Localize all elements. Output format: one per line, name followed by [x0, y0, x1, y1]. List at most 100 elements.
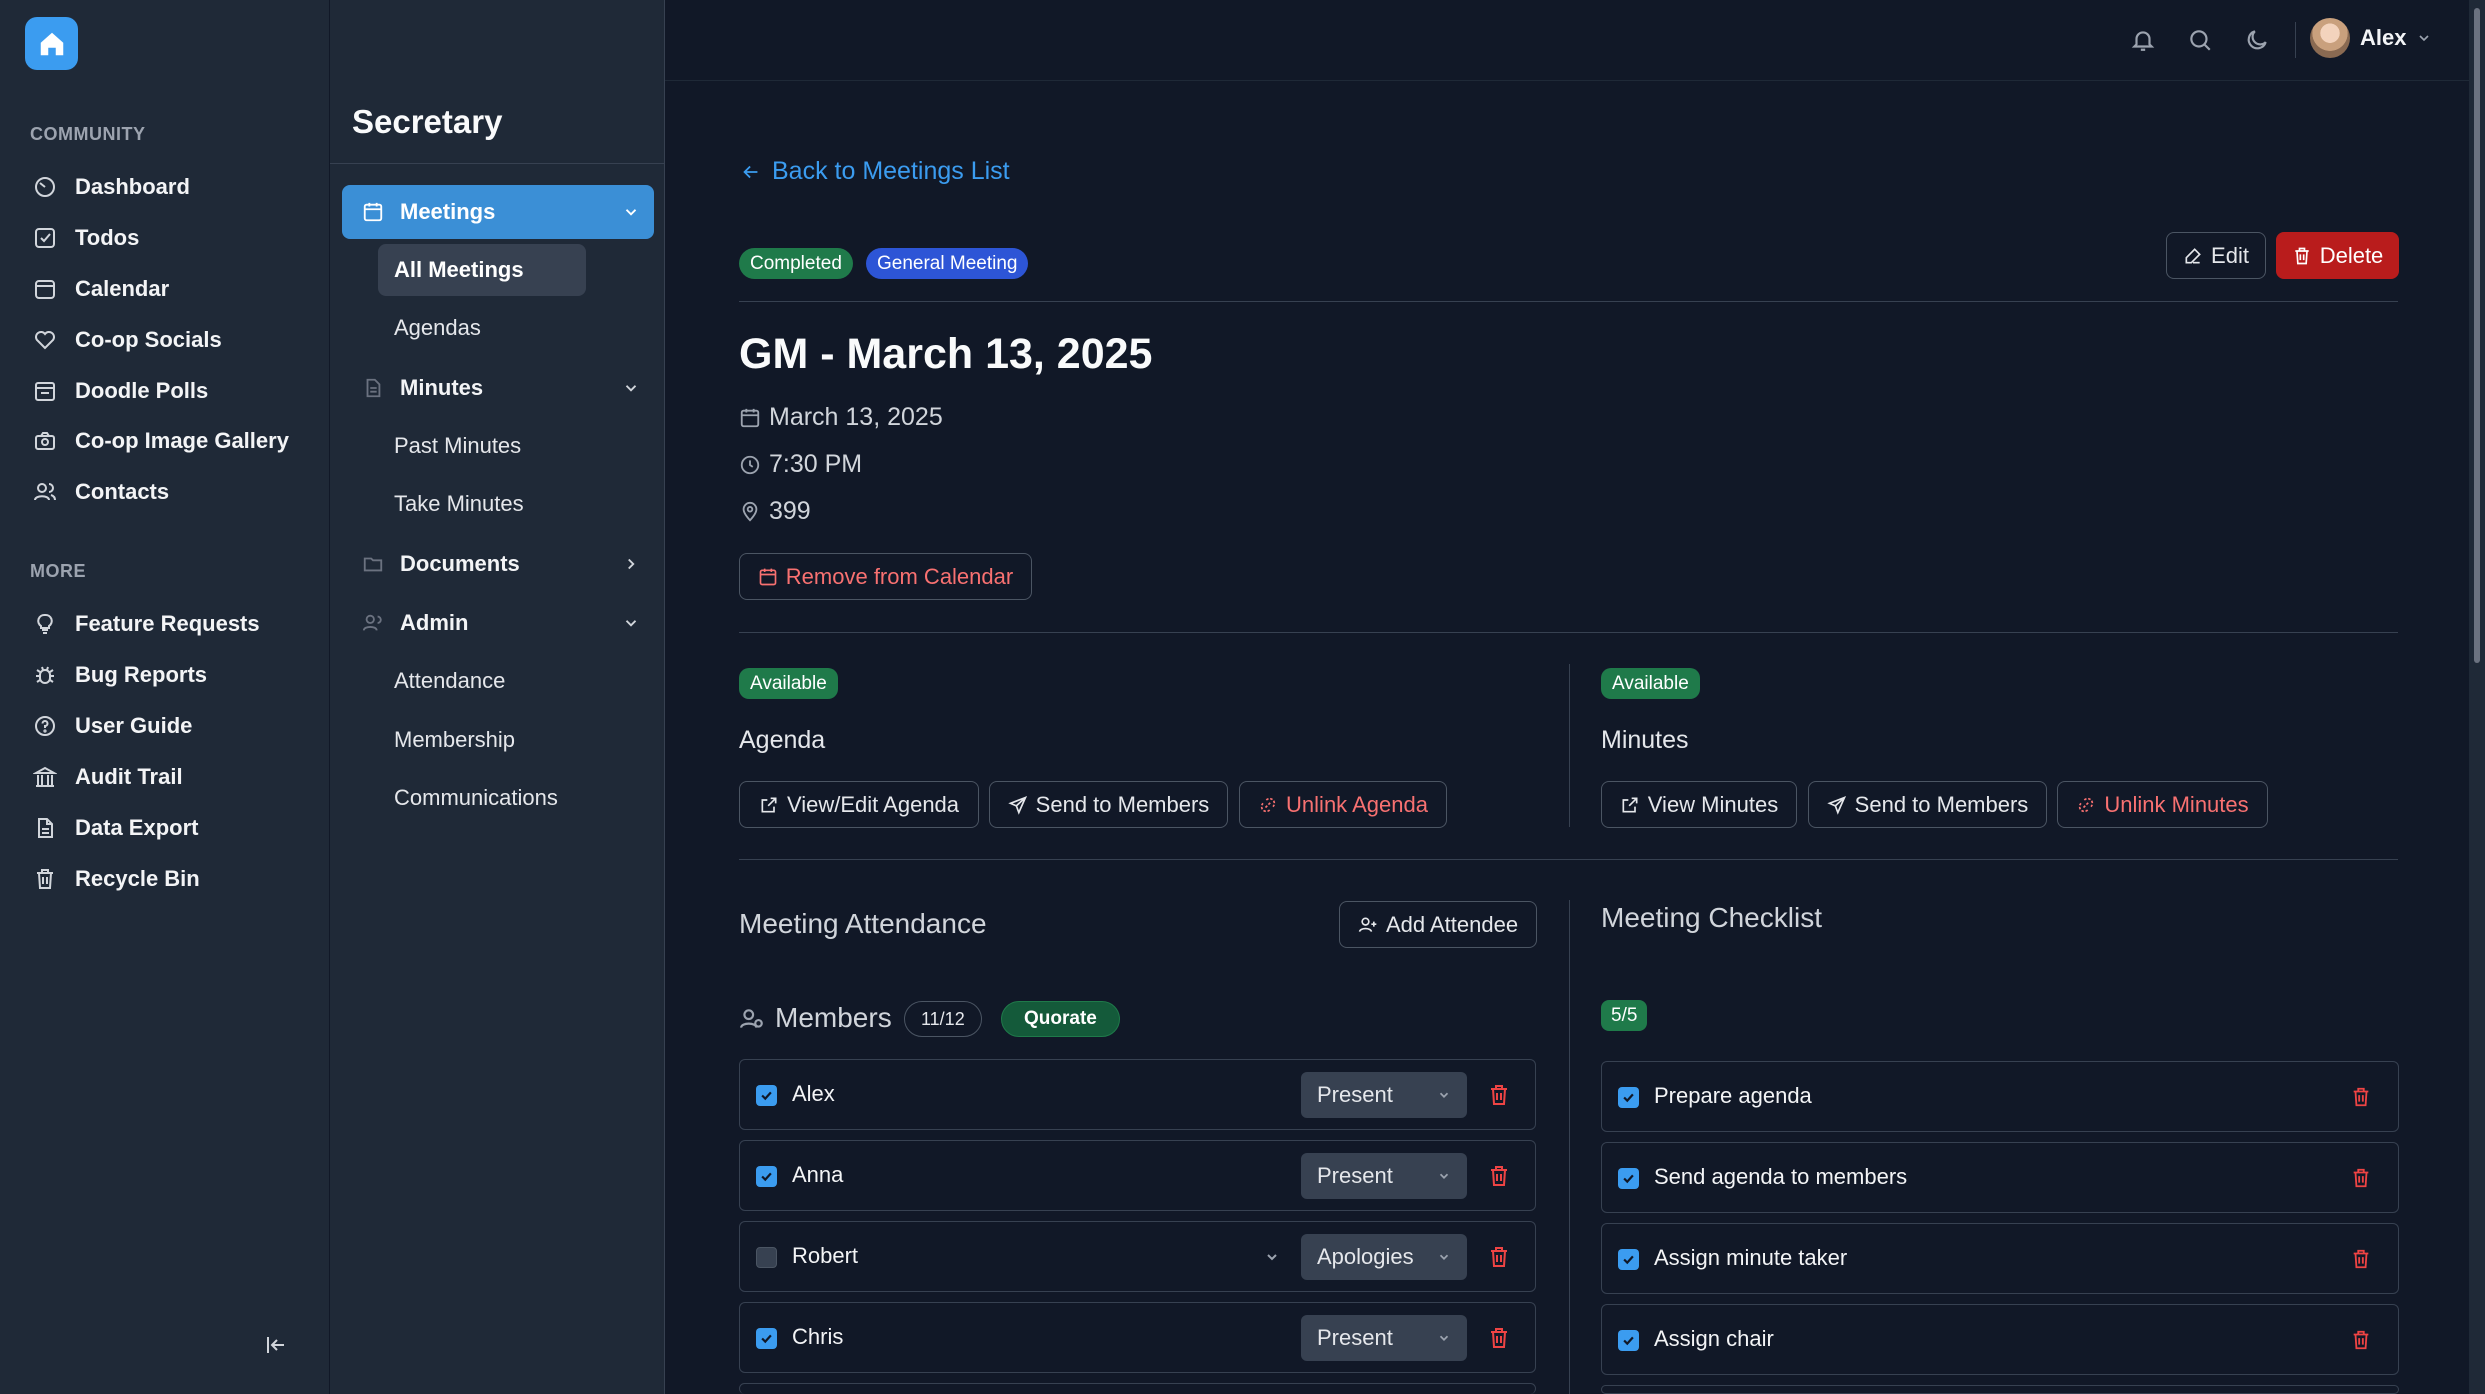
send-minutes-button[interactable]: Send to Members	[1808, 781, 2047, 828]
home-logo-button[interactable]	[25, 17, 78, 70]
meeting-date: March 13, 2025	[739, 403, 943, 432]
meeting-type-badge: General Meeting	[866, 248, 1029, 279]
nav-calendar[interactable]: Calendar	[33, 269, 313, 309]
moon-icon	[2247, 30, 2267, 50]
trash-icon[interactable]	[2350, 1086, 2372, 1108]
sidebar-group-meetings[interactable]: Meetings	[342, 185, 654, 239]
nav-dashboard[interactable]: Dashboard	[33, 167, 313, 207]
unlink-icon	[2079, 797, 2094, 812]
search-button[interactable]	[2182, 22, 2218, 58]
send-agenda-button[interactable]: Send to Members	[989, 781, 1228, 828]
theme-toggle-button[interactable]	[2239, 22, 2275, 58]
meeting-time: 7:30 PM	[739, 450, 862, 479]
attendance-status-select[interactable]: Present	[1301, 1072, 1467, 1118]
chevron-down-icon	[625, 385, 637, 392]
sidebar-item-attendance[interactable]: Attendance	[378, 655, 586, 707]
sidebar-item-take-minutes[interactable]: Take Minutes	[378, 478, 586, 530]
user-menu[interactable]: Alex	[2310, 16, 2432, 60]
calendar-icon	[740, 408, 760, 427]
remove-from-calendar-button[interactable]: Remove from Calendar	[739, 553, 1032, 600]
attendance-status-select[interactable]: Present	[1301, 1153, 1467, 1199]
view-minutes-button[interactable]: View Minutes	[1601, 781, 1797, 828]
nav-label: Todos	[75, 225, 140, 250]
unlink-minutes-label: Unlink Minutes	[2104, 791, 2249, 817]
nav-todos[interactable]: Todos	[33, 218, 313, 258]
sidebar-group-documents[interactable]: Documents	[342, 537, 654, 591]
attendance-row: Anna Present	[739, 1140, 1536, 1211]
chevron-down-icon	[2419, 35, 2430, 42]
trash-icon[interactable]	[2350, 1167, 2372, 1189]
scrollbar-thumb[interactable]	[2474, 8, 2480, 663]
sidebar-item-communications[interactable]: Communications	[378, 772, 586, 824]
edit-button[interactable]: Edit	[2166, 232, 2266, 279]
trash-icon[interactable]	[1487, 1164, 1511, 1188]
attendance-status-select[interactable]: Apologies	[1301, 1234, 1467, 1280]
nav-bug-reports[interactable]: Bug Reports	[33, 655, 313, 695]
view-edit-agenda-button[interactable]: View/Edit Agenda	[739, 781, 979, 828]
attendance-row: Robert Apologies	[739, 1221, 1536, 1292]
status-value: Present	[1317, 1082, 1393, 1107]
nav-doodle-polls[interactable]: Doodle Polls	[33, 371, 313, 411]
attendance-checkbox[interactable]	[756, 1085, 777, 1106]
user-name: Alex	[2360, 25, 2407, 50]
attendance-checkbox[interactable]	[756, 1247, 777, 1268]
nav-user-guide[interactable]: User Guide	[33, 706, 313, 746]
nav-recycle-bin[interactable]: Recycle Bin	[33, 859, 313, 899]
delete-button[interactable]: Delete	[2276, 232, 2399, 279]
sidebar-item-agendas[interactable]: Agendas	[378, 302, 586, 354]
folder-icon	[363, 557, 383, 572]
trash-icon[interactable]	[1487, 1326, 1511, 1350]
nav-data-export[interactable]: Data Export	[33, 808, 313, 848]
nav-label: Calendar	[75, 276, 170, 301]
trash-icon[interactable]	[1487, 1245, 1511, 1269]
nav-label: Recycle Bin	[75, 866, 200, 891]
attendance-checkbox[interactable]	[756, 1328, 777, 1349]
group-label: Admin	[400, 610, 469, 635]
nav-audit-trail[interactable]: Audit Trail	[33, 757, 313, 797]
checklist-label: Send agenda to members	[1654, 1164, 1908, 1189]
trash-icon[interactable]	[2350, 1329, 2372, 1351]
group-label: Minutes	[400, 375, 484, 400]
checklist-checkbox[interactable]	[1618, 1249, 1639, 1270]
nav-contacts[interactable]: Contacts	[33, 472, 313, 512]
attendance-checkbox[interactable]	[756, 1166, 777, 1187]
chevron-down-icon	[625, 620, 637, 627]
checklist-item: Assign chair	[1601, 1304, 2399, 1375]
external-link-icon	[1622, 797, 1638, 812]
sidebar-item-past-minutes[interactable]: Past Minutes	[378, 420, 586, 472]
app-root: COMMUNITY Dashboard Todos Calendar Co-op…	[0, 0, 2485, 1394]
sidebar-group-admin[interactable]: Admin	[342, 596, 654, 650]
bell-icon	[2131, 31, 2155, 51]
heart-icon	[35, 331, 55, 350]
calendar-icon	[363, 202, 383, 222]
send-icon	[1007, 795, 1027, 815]
trash-icon[interactable]	[1487, 1083, 1511, 1107]
back-link-label: Back to Meetings List	[772, 157, 1010, 185]
collapse-sidebar-button[interactable]	[261, 1330, 291, 1360]
add-attendee-button[interactable]: Add Attendee	[1339, 901, 1537, 948]
unlink-minutes-button[interactable]: Unlink Minutes	[2057, 781, 2268, 828]
trash-icon[interactable]	[2350, 1248, 2372, 1270]
poll-calendar-icon	[35, 382, 55, 401]
section-divider	[739, 859, 2398, 860]
checklist-checkbox[interactable]	[1618, 1330, 1639, 1351]
notifications-button[interactable]	[2125, 22, 2161, 58]
sidebar-item-all-meetings[interactable]: All Meetings	[378, 244, 586, 296]
unlink-agenda-button[interactable]: Unlink Agenda	[1239, 781, 1447, 828]
nav-co-op-image-gallery[interactable]: Co-op Image Gallery	[33, 421, 313, 461]
nav-co-op-socials[interactable]: Co-op Socials	[33, 320, 313, 360]
user-plus-icon	[1358, 917, 1377, 932]
sidebar-group-minutes[interactable]: Minutes	[342, 361, 654, 415]
attendance-status-select[interactable]: Present	[1301, 1315, 1467, 1361]
nav-feature-requests[interactable]: Feature Requests	[33, 604, 313, 644]
checklist-checkbox[interactable]	[1618, 1168, 1639, 1189]
attendance-row: Alex Present	[739, 1059, 1536, 1130]
checklist-checkbox[interactable]	[1618, 1087, 1639, 1108]
sidebar-item-membership[interactable]: Membership	[378, 714, 586, 766]
home-icon	[40, 32, 63, 55]
chevron-down-icon[interactable]	[1264, 1249, 1280, 1265]
checklist-item: Prepare agenda	[1601, 1061, 2399, 1132]
chevron-down-icon	[1439, 1092, 1449, 1098]
nav-label: Co-op Socials	[75, 327, 222, 352]
back-to-meetings-link[interactable]: Back to Meetings List	[740, 157, 1010, 186]
